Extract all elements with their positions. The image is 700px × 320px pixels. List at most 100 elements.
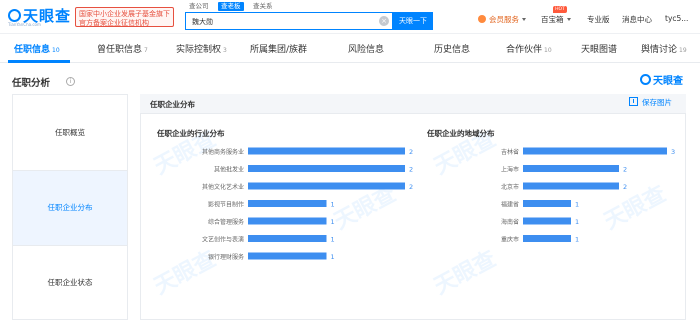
bar[interactable] — [523, 217, 571, 225]
search-input[interactable] — [192, 15, 372, 28]
clear-circle-icon[interactable]: × — [379, 16, 389, 26]
tab-former-positions[interactable]: 曾任职信息 7 — [97, 42, 148, 55]
bar-value-label: 1 — [575, 236, 579, 244]
side-nav-distribution[interactable]: 任职企业分布 — [13, 171, 127, 245]
info-circle-icon[interactable]: i — [66, 77, 75, 86]
tab-label: 天眼图谱 — [581, 45, 618, 55]
active-tab-indicator — [8, 60, 70, 63]
vip-crown-icon — [478, 15, 486, 23]
watermark: 天眼查 — [430, 246, 501, 300]
gov-badge-line-1: 国家中小企业发展子基金旗下 — [79, 10, 170, 18]
tab-graph[interactable]: 天眼图谱 — [581, 42, 617, 55]
search-tab-relation[interactable]: 查关系 — [250, 2, 276, 11]
tab-label: 所属集团/族群 — [250, 45, 308, 55]
bar-category-label: 重庆市 — [501, 236, 519, 244]
site-logo[interactable]: 天眼查 TianYanCha.com — [8, 5, 70, 29]
bar-value-label: 1 — [575, 201, 579, 209]
bar-value-label: 1 — [331, 201, 335, 209]
bar-value-label: 2 — [409, 166, 413, 174]
search-tab-company[interactable]: 查公司 — [186, 2, 212, 11]
search-button[interactable]: 天眼一下 — [393, 12, 433, 30]
logo-eye-icon — [640, 74, 651, 85]
bar-value-label: 2 — [409, 183, 413, 191]
tab-current-positions[interactable]: 任职信息 10 — [14, 42, 60, 55]
side-nav-status[interactable]: 任职企业状态 — [13, 246, 127, 320]
user-menu[interactable]: tyc5... — [665, 14, 688, 23]
bar-category-label: 银行理财服务 — [208, 253, 244, 261]
tab-label: 曾任职信息 — [97, 45, 143, 55]
tab-group[interactable]: 所属集团/族群 — [250, 42, 307, 55]
gov-credential-badge[interactable]: 国家中小企业发展子基金旗下 官方备案企业征信机构 — [75, 7, 174, 27]
bar-category-label: 影视节目制作 — [208, 201, 244, 209]
logo-subtitle: TianYanCha.com — [8, 22, 41, 27]
brand-logo: 天眼查 — [640, 72, 683, 87]
pro-version-link[interactable]: 专业版 — [587, 14, 610, 25]
tab-count: 3 — [223, 47, 227, 54]
bar[interactable] — [248, 217, 327, 225]
logo-eye-icon — [8, 9, 21, 22]
message-center-link[interactable]: 消息中心 — [622, 14, 652, 25]
tab-count: 10 — [544, 47, 552, 54]
analysis-side-nav: 任职概览 任职企业分布 任职企业状态 — [12, 94, 128, 320]
vip-service-menu[interactable]: 会员服务 — [478, 14, 526, 25]
section-title: 任职分析 — [12, 78, 51, 89]
tab-actual-control[interactable]: 实际控制权 3 — [176, 42, 227, 55]
chevron-down-icon — [566, 18, 571, 21]
bar-category-label: 其他批发业 — [214, 166, 244, 174]
tab-label: 实际控制权 — [176, 45, 222, 55]
bar-category-label: 综合管理服务 — [208, 218, 244, 226]
baobao-menu[interactable]: 百宝箱 — [541, 14, 571, 25]
tab-count: 19 — [679, 47, 687, 54]
bar[interactable] — [248, 182, 405, 190]
bar-category-label: 海南省 — [501, 218, 519, 226]
bar[interactable] — [248, 235, 327, 242]
bar[interactable] — [523, 182, 619, 190]
bar[interactable] — [523, 235, 571, 242]
chevron-down-icon — [522, 18, 526, 21]
search-tab-boss[interactable]: 查老板 — [218, 2, 244, 11]
bar[interactable] — [523, 147, 667, 155]
bar[interactable] — [248, 200, 327, 207]
bar-value-label: 2 — [623, 166, 627, 174]
tab-count: 7 — [144, 47, 148, 54]
industry-chart-title: 任职企业的行业分布 — [157, 129, 225, 138]
bar[interactable] — [523, 165, 619, 172]
save-image-button[interactable]: 保存图片 — [629, 97, 672, 108]
search-box: × — [185, 12, 393, 30]
bar[interactable] — [248, 147, 405, 155]
baobao-label: 百宝箱 — [541, 15, 564, 24]
tab-label: 风险信息 — [348, 45, 385, 55]
brand-text: 天眼查 — [653, 76, 683, 87]
bar-value-label: 2 — [409, 148, 413, 156]
bar[interactable] — [523, 200, 571, 207]
bar-value-label: 3 — [671, 148, 675, 156]
tab-label: 任职信息 — [14, 45, 51, 55]
content-tabbar: 任职信息 10 曾任职信息 7 实际控制权 3 所属集团/族群 风险信息 历史信息 合… — [0, 35, 700, 63]
bar-value-label: 2 — [623, 183, 627, 191]
bar-category-label: 北京市 — [501, 183, 519, 191]
bar-category-label: 其他商务服务业 — [202, 148, 244, 156]
side-nav-overview[interactable]: 任职概览 — [13, 95, 127, 170]
tab-label: 舆情讨论 — [641, 45, 678, 55]
bar[interactable] — [248, 252, 327, 260]
bar-value-label: 1 — [575, 218, 579, 226]
bar-category-label: 上海市 — [501, 166, 519, 174]
bar-value-label: 1 — [331, 236, 335, 244]
tab-history-info[interactable]: 历史信息 — [434, 42, 470, 55]
bar-value-label: 1 — [331, 253, 335, 261]
bar-value-label: 1 — [331, 218, 335, 226]
tab-count: 10 — [52, 47, 60, 54]
bar-category-label: 其他文化艺术业 — [202, 183, 244, 191]
bar-category-label: 福建省 — [501, 201, 519, 209]
tab-public-opinion[interactable]: 舆情讨论 19 — [641, 42, 687, 55]
save-image-label: 保存图片 — [642, 98, 672, 107]
industry-bar-chart: 其他商务服务业 2 其他批发业 2 其他文化艺术业 2 影视节目制作 1 综合管理服务 1 文艺创作… — [202, 147, 413, 261]
hot-badge: HOT — [553, 6, 567, 13]
region-bar-chart: 吉林省 3 上海市 2 北京市 2 福建省 1 海南省 1 重庆市 1 — [501, 147, 675, 244]
tab-label: 历史信息 — [434, 45, 471, 55]
tab-partners[interactable]: 合作伙伴 10 — [506, 42, 552, 55]
tab-label: 合作伙伴 — [506, 45, 543, 55]
panel-header — [140, 94, 686, 114]
tab-risk-info[interactable]: 风险信息 — [348, 42, 384, 55]
bar[interactable] — [248, 165, 405, 172]
